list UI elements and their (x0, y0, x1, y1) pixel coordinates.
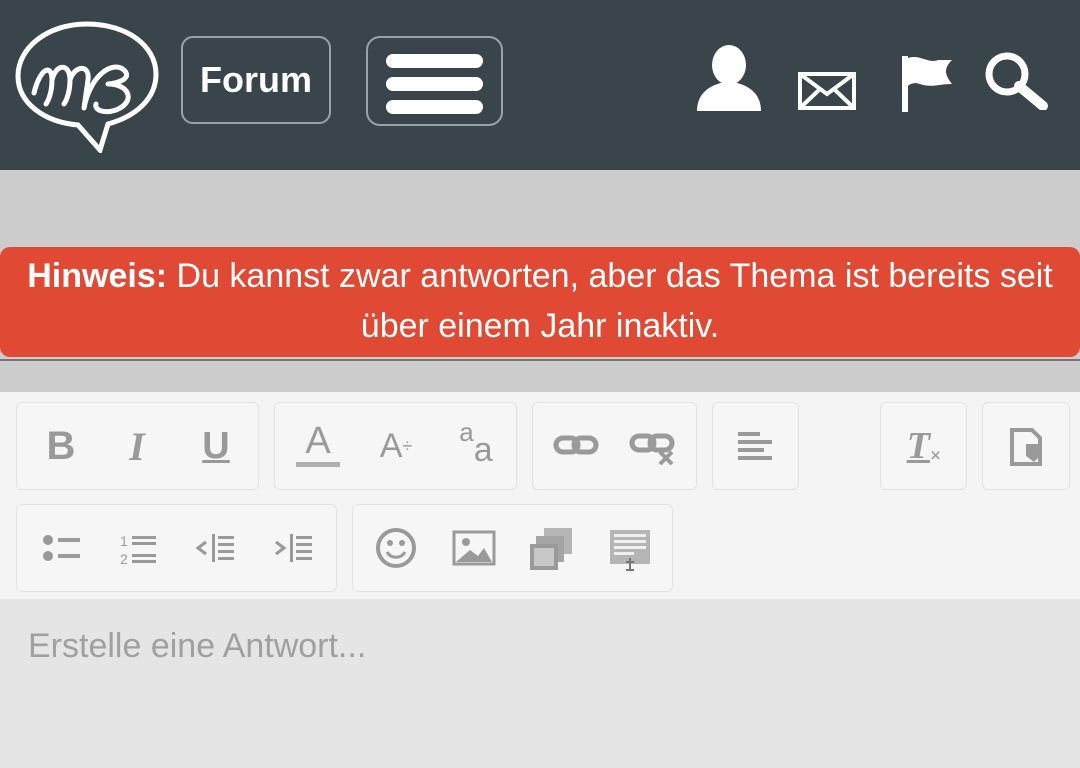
mail-icon[interactable] (798, 72, 856, 110)
svg-text:2: 2 (120, 551, 128, 567)
indent-icon[interactable] (264, 518, 324, 578)
bullet-list-icon[interactable] (30, 518, 90, 578)
align-left-icon[interactable] (726, 416, 786, 476)
template-icon[interactable] (600, 518, 660, 578)
menu-icon-bar (386, 100, 483, 114)
font-family-top: a (459, 416, 474, 447)
unlink-icon[interactable] (624, 416, 684, 476)
font-size-sub: ÷ (402, 435, 413, 456)
font-color-label: A (305, 419, 331, 462)
font-family-bottom: a (473, 430, 493, 469)
divider (0, 359, 1080, 361)
user-icon[interactable] (695, 45, 763, 111)
reply-textarea[interactable]: Erstelle eine Antwort... (0, 599, 1080, 768)
media-icon[interactable] (522, 518, 582, 578)
paste-word-icon[interactable] (996, 416, 1056, 476)
italic-button[interactable]: I (107, 416, 167, 476)
clear-format-label: T (906, 425, 930, 467)
logo-icon[interactable] (12, 18, 162, 153)
search-icon[interactable] (983, 50, 1051, 110)
outdent-icon[interactable] (186, 518, 246, 578)
svg-text:1: 1 (120, 533, 128, 549)
font-family-button[interactable]: aa (446, 412, 506, 472)
top-navigation-bar: Forum (0, 0, 1080, 170)
clear-format-x: × (929, 444, 942, 467)
menu-icon-bar (386, 77, 483, 91)
underline-button[interactable]: U (186, 416, 246, 476)
hamburger-menu-button[interactable] (366, 36, 503, 126)
image-icon[interactable] (444, 518, 504, 578)
reply-placeholder: Erstelle eine Antwort... (28, 627, 367, 665)
link-icon[interactable] (546, 416, 606, 476)
font-color-button[interactable]: A (288, 414, 348, 474)
notice-label: Hinweis: (27, 257, 168, 295)
reply-editor: B I U A A ÷ aa T × 1 2 Erstelle eine Ant… (0, 392, 1080, 768)
inactive-thread-notice: Hinweis: Du kannst zwar antworten, aber … (0, 247, 1080, 357)
flag-icon[interactable] (900, 54, 954, 112)
font-color-swatch (296, 461, 340, 467)
bold-button[interactable]: B (31, 416, 91, 476)
smiley-icon[interactable] (366, 518, 426, 578)
font-size-label: A (379, 426, 403, 465)
menu-icon (386, 54, 483, 68)
forum-button[interactable]: Forum (181, 36, 331, 124)
numbered-list-icon[interactable]: 1 2 (108, 518, 168, 578)
notice-text: Du kannst zwar antworten, aber das Thema… (167, 257, 1053, 345)
clear-format-button[interactable]: T × (894, 416, 954, 476)
font-size-button[interactable]: A ÷ (366, 416, 426, 476)
